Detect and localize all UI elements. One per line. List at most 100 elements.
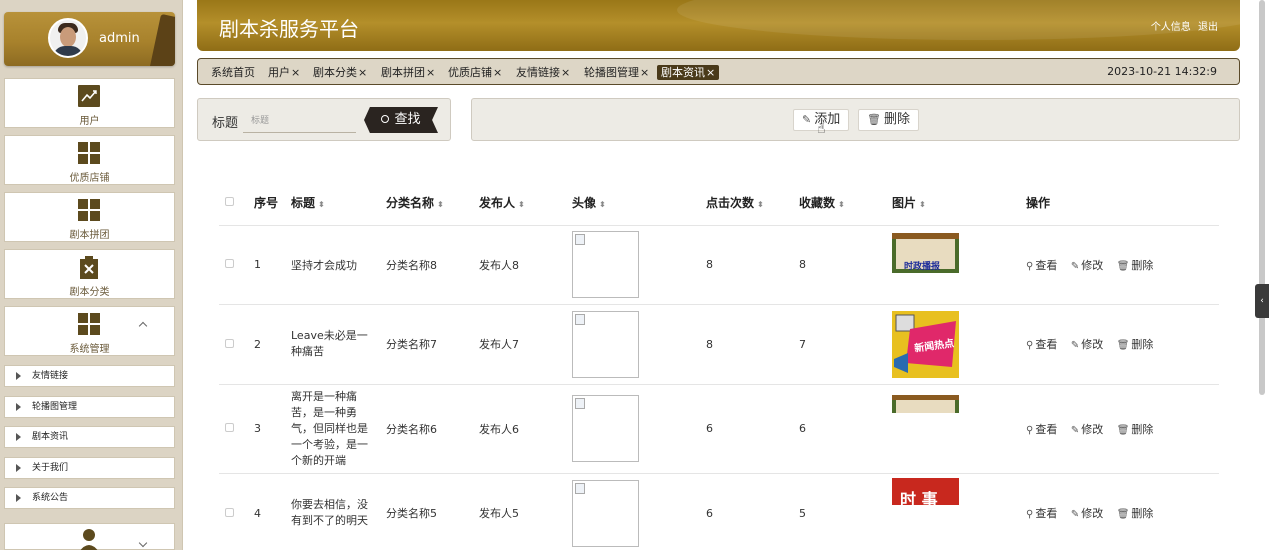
- cell-publisher: 发布人5: [479, 473, 572, 550]
- sort-icon: ⬍: [518, 199, 525, 209]
- close-icon[interactable]: ×: [706, 66, 715, 79]
- sidebar-item-system[interactable]: 系统管理: [4, 306, 175, 356]
- cell-index: 4: [254, 473, 291, 550]
- tab-categories[interactable]: 剧本分类×: [313, 65, 367, 80]
- col-category[interactable]: 分类名称 ⬍: [386, 180, 479, 226]
- trash-icon: 🗑: [1116, 424, 1130, 436]
- col-favorites[interactable]: 收藏数 ⬍: [799, 180, 892, 226]
- col-title[interactable]: 标题 ⬍: [291, 180, 386, 226]
- chevron-left-icon[interactable]: ‹: [1255, 284, 1269, 318]
- sidebar-item-categories[interactable]: 剧本分类: [4, 249, 175, 299]
- select-all-checkbox[interactable]: [225, 197, 234, 207]
- avatar[interactable]: [48, 18, 88, 58]
- clipboard-x-icon: [78, 256, 100, 279]
- row-checkbox[interactable]: [225, 423, 234, 432]
- table-row: 3 离开是一种痛苦，是一种勇气，但同样也是一个考验，是一个新的开端 分类名称6 …: [219, 384, 1219, 474]
- tab-home[interactable]: 系统首页: [211, 65, 255, 80]
- top-header: 剧本杀服务平台 个人信息 退出: [197, 0, 1240, 51]
- caret-right-icon: [16, 494, 21, 502]
- col-image[interactable]: 图片 ⬍: [892, 180, 1026, 226]
- search-button[interactable]: 查找: [364, 107, 438, 133]
- close-icon[interactable]: ×: [426, 66, 435, 79]
- sidebar-subitem-notice[interactable]: 系统公告: [4, 487, 175, 509]
- sidebar-subitem-carousel[interactable]: 轮播图管理: [4, 396, 175, 418]
- news-image-caption: 时政播报: [904, 262, 941, 272]
- cell-title: 坚持才会成功: [291, 225, 386, 305]
- news-image: [892, 394, 959, 413]
- close-icon[interactable]: ×: [291, 66, 300, 79]
- sidebar-subitem-label: 关于我们: [32, 463, 69, 473]
- edit-icon: ✎: [1070, 509, 1080, 520]
- search-input[interactable]: [243, 109, 356, 133]
- profile-link[interactable]: 个人信息: [1151, 22, 1191, 33]
- news-image-caption: 时 事: [900, 489, 938, 505]
- scrollbar[interactable]: [1259, 0, 1265, 395]
- view-button[interactable]: ⚲ 查看: [1026, 423, 1057, 436]
- view-button[interactable]: ⚲ 查看: [1026, 259, 1057, 272]
- app-title: 剧本杀服务平台: [219, 17, 359, 41]
- trash-icon: 🗑: [1116, 509, 1130, 520]
- caret-right-icon: [16, 433, 21, 441]
- mouse-cursor-icon: ☝: [817, 121, 826, 137]
- sort-icon: ⬍: [919, 199, 926, 209]
- sidebar-item-group-buy[interactable]: 剧本拼团: [4, 192, 175, 242]
- delete-row-button[interactable]: 🗑 删除: [1117, 259, 1154, 272]
- search-panel: 标题 查找: [197, 98, 451, 141]
- table-header-row: 序号 标题 ⬍ 分类名称 ⬍ 发布人 ⬍ 头像 ⬍ 点击次数 ⬍ 收藏数 ⬍ 图片 ⬍ 操作: [219, 180, 1219, 226]
- logout-link[interactable]: 退出: [1198, 22, 1218, 33]
- edit-button[interactable]: ✎ 修改: [1071, 423, 1103, 436]
- col-avatar[interactable]: 头像 ⬍: [572, 180, 706, 226]
- sidebar-item-shops[interactable]: 优质店铺: [4, 135, 175, 185]
- delete-row-button[interactable]: 🗑 删除: [1117, 423, 1154, 436]
- delete-row-button[interactable]: 🗑 删除: [1117, 507, 1154, 520]
- cell-publisher: 发布人8: [479, 225, 572, 305]
- row-checkbox[interactable]: [225, 507, 234, 517]
- sidebar-item-label: 优质店铺: [69, 173, 110, 184]
- tab-users[interactable]: 用户×: [268, 65, 300, 80]
- tab-group-buy[interactable]: 剧本拼团×: [381, 65, 435, 80]
- row-checkbox[interactable]: [225, 338, 234, 348]
- col-clicks[interactable]: 点击次数 ⬍: [706, 180, 799, 226]
- broken-image-icon: [572, 310, 639, 378]
- search-icon: ⚲: [1026, 340, 1034, 351]
- sort-icon: ⬍: [599, 199, 606, 209]
- view-button[interactable]: ⚲ 查看: [1026, 507, 1057, 520]
- cell-index: 3: [254, 384, 291, 474]
- sort-icon: ⬍: [838, 199, 845, 209]
- edit-button[interactable]: ✎ 修改: [1071, 507, 1103, 520]
- tab-news[interactable]: 剧本资讯×: [657, 65, 720, 80]
- grid-icon: [78, 313, 100, 335]
- news-image: 时 事: [892, 477, 959, 505]
- cell-clicks: 8: [706, 225, 799, 305]
- sort-icon: ⬍: [318, 199, 325, 209]
- tab-shops[interactable]: 优质店铺×: [448, 65, 502, 80]
- cell-publisher: 发布人7: [479, 304, 572, 385]
- delete-button[interactable]: 🗑 删除: [858, 109, 919, 131]
- person-icon: [78, 528, 100, 550]
- close-icon[interactable]: ×: [493, 66, 502, 79]
- sidebar-item-more[interactable]: [4, 523, 175, 550]
- tab-carousel[interactable]: 轮播图管理×: [584, 65, 649, 80]
- trash-icon: 🗑: [867, 113, 881, 126]
- sidebar-subitem-news[interactable]: 剧本资讯: [4, 426, 175, 448]
- tab-links[interactable]: 友情链接×: [516, 65, 570, 80]
- view-button[interactable]: ⚲ 查看: [1026, 338, 1057, 351]
- row-checkbox[interactable]: [225, 259, 234, 268]
- cell-clicks: 6: [706, 473, 799, 550]
- sidebar-subitem-links[interactable]: 友情链接: [4, 365, 175, 387]
- sidebar-subitem-about[interactable]: 关于我们: [4, 457, 175, 479]
- edit-button[interactable]: ✎ 修改: [1071, 259, 1103, 272]
- col-publisher[interactable]: 发布人 ⬍: [479, 180, 572, 226]
- close-icon[interactable]: ×: [640, 66, 649, 79]
- cell-clicks: 6: [706, 384, 799, 474]
- edit-icon: ✎: [1070, 424, 1080, 436]
- caret-right-icon: [16, 464, 21, 472]
- delete-row-button[interactable]: 🗑 删除: [1117, 338, 1154, 351]
- close-icon[interactable]: ×: [561, 66, 570, 79]
- cell-title: Leave未必是一种痛苦: [291, 304, 386, 385]
- sidebar-item-users[interactable]: 用户: [4, 78, 175, 128]
- current-datetime: 2023-10-21 14:32:9: [1107, 65, 1217, 78]
- grid-icon: [78, 142, 100, 164]
- close-icon[interactable]: ×: [358, 66, 367, 79]
- edit-button[interactable]: ✎ 修改: [1071, 338, 1103, 351]
